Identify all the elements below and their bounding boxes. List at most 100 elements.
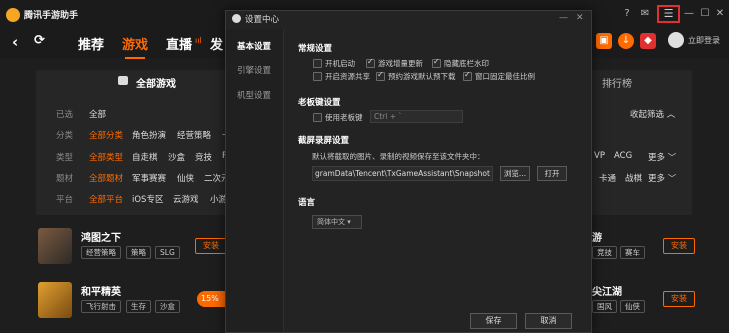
sidebar-item-device[interactable]: 机型设置 [237, 89, 271, 101]
back-icon[interactable]: ‹ [12, 33, 18, 51]
section-title-language: 语言 [298, 198, 316, 208]
game-tag: 国风 [592, 300, 617, 313]
boss-key-input[interactable]: Ctrl + ` [370, 110, 463, 123]
game-tag: SLG [155, 246, 180, 259]
panel-title[interactable]: 全部游戏 [136, 75, 176, 90]
filter-label-category: 分类 [56, 131, 74, 141]
save-button[interactable]: 保存 [470, 313, 517, 329]
section-title-screenshot: 截屏录屏设置 [298, 136, 350, 146]
collapse-filter-button[interactable]: 收起筛选 ︿ [630, 108, 675, 120]
filter-item[interactable]: ACG [614, 151, 632, 161]
dialog-minimize-icon[interactable]: — [559, 13, 568, 23]
ranking-tab[interactable]: 排行榜 [602, 75, 632, 90]
more-button[interactable]: 更多 ﹀ [648, 172, 676, 184]
game-tag: 策略 [126, 246, 151, 259]
filter-label-theme: 题材 [56, 174, 74, 184]
filter-item[interactable]: 沙盒 [168, 151, 185, 163]
section-title-boss-key: 老板键设置 [298, 98, 341, 108]
cancel-button[interactable]: 取消 [525, 313, 572, 329]
filter-label-type: 类型 [56, 153, 74, 163]
notification-icon[interactable]: ◆ [640, 33, 656, 49]
game-tag: 经营策略 [81, 246, 121, 259]
download-progress[interactable]: 15% [197, 291, 225, 307]
checkbox-hide-watermark[interactable] [432, 57, 441, 68]
checkbox-resource-share[interactable] [313, 72, 322, 81]
tab-live[interactable]: 直播 [166, 34, 192, 53]
screenshot-description: 默认将截取的图片、录制的视频保存至该文件夹中： [312, 152, 485, 161]
game-name[interactable]: 尖江湖 [592, 283, 622, 298]
filter-item[interactable]: 仙侠 [177, 172, 194, 184]
filter-item[interactable]: 经营策略 [177, 129, 211, 141]
checkbox-autostart[interactable] [313, 59, 322, 68]
checkbox-fixed-ratio[interactable] [463, 70, 472, 81]
game-name[interactable]: 和平精英 [81, 283, 121, 298]
game-name[interactable]: 游 [592, 229, 602, 244]
menu-icon[interactable]: ☰ [657, 5, 680, 23]
game-icon[interactable] [38, 228, 72, 264]
tab-games[interactable]: 游戏 [122, 34, 148, 59]
more-button[interactable]: 更多 ﹀ [648, 151, 676, 163]
checkbox-boss-key[interactable] [313, 113, 322, 122]
download-icon[interactable]: ↓ [618, 33, 634, 49]
filter-item[interactable]: 全部题材 [89, 172, 123, 184]
filter-item[interactable]: 全部分类 [89, 129, 123, 141]
dialog-title: 设置中心 [245, 15, 280, 25]
sidebar-item-engine[interactable]: 引擎设置 [237, 64, 271, 76]
install-button[interactable]: 安装 [195, 238, 227, 254]
game-tag: 沙盒 [155, 300, 180, 313]
filter-item[interactable]: iOS专区 [132, 193, 163, 205]
login-link[interactable]: 立即登录 [688, 35, 720, 46]
app-logo-icon [6, 8, 20, 22]
close-icon[interactable]: ✕ [714, 8, 726, 20]
login-area[interactable]: 立即登录 [668, 32, 720, 48]
filter-item[interactable]: VP [594, 151, 605, 161]
app-title: 腾讯手游助手 [24, 11, 79, 21]
filter-label-platform: 平台 [56, 195, 74, 205]
filter-item[interactable]: 军事赛赛 [132, 172, 166, 184]
filter-label-selected: 已选 [56, 110, 74, 120]
tab-more[interactable]: 发 [210, 34, 223, 53]
install-button[interactable]: 安装 [663, 238, 695, 254]
game-name[interactable]: 鸿图之下 [81, 229, 121, 244]
filter-item[interactable]: 全部 [89, 108, 106, 120]
minimize-icon[interactable]: — [683, 8, 695, 20]
game-tag: 竞技 [592, 246, 617, 259]
screenshot-path-input[interactable]: gramData\Tencent\TxGameAssistant\Snapsho… [312, 166, 493, 181]
open-folder-button[interactable]: 打开 [537, 166, 567, 181]
maximize-icon[interactable]: ☐ [699, 8, 711, 20]
checkbox-predownload[interactable] [376, 70, 385, 81]
refresh-icon[interactable]: ⟳ [34, 33, 45, 48]
dialog-logo-icon [232, 14, 241, 23]
checkbox-label: 开机启动 [325, 59, 355, 68]
checkbox-label: 窗口固定最佳比例 [475, 72, 535, 81]
filter-item[interactable]: 全部平台 [89, 193, 123, 205]
filter-item[interactable]: 角色扮演 [132, 129, 166, 141]
sidebar-item-basic[interactable]: 基本设置 [237, 40, 271, 52]
tab-recommend[interactable]: 推荐 [78, 34, 104, 53]
gift-icon[interactable]: ▣ [596, 33, 612, 49]
game-tag: 赛车 [620, 246, 645, 259]
mail-icon[interactable]: ✉ [639, 8, 651, 20]
install-button[interactable]: 安装 [663, 291, 695, 307]
dialog-close-icon[interactable]: ✕ [576, 13, 584, 23]
filter-item[interactable]: 竞技 [195, 151, 212, 163]
help-icon[interactable]: ? [621, 8, 633, 20]
checkbox-label: 开启资源共享 [325, 72, 370, 81]
filter-item[interactable]: 云游戏 [173, 193, 199, 205]
checkbox-label: 隐藏底栏水印 [444, 59, 489, 68]
gamepad-icon [118, 76, 128, 85]
filter-item[interactable]: 全部类型 [89, 151, 123, 163]
game-icon[interactable] [38, 282, 72, 318]
filter-item[interactable]: 战棋 [625, 172, 642, 184]
checkbox-label: 使用老板键 [325, 113, 363, 122]
avatar[interactable] [668, 32, 684, 48]
checkbox-incremental-update[interactable] [366, 57, 375, 68]
language-select[interactable]: 简体中文 ▾ [312, 215, 362, 229]
game-tag: 生存 [126, 300, 151, 313]
section-title-general: 常规设置 [298, 44, 333, 54]
game-tag: 仙侠 [620, 300, 645, 313]
filter-item[interactable]: 卡通 [599, 172, 616, 184]
checkbox-label: 游戏增量更新 [378, 59, 423, 68]
browse-button[interactable]: 浏览... [500, 166, 530, 181]
filter-item[interactable]: 自走棋 [132, 151, 158, 163]
